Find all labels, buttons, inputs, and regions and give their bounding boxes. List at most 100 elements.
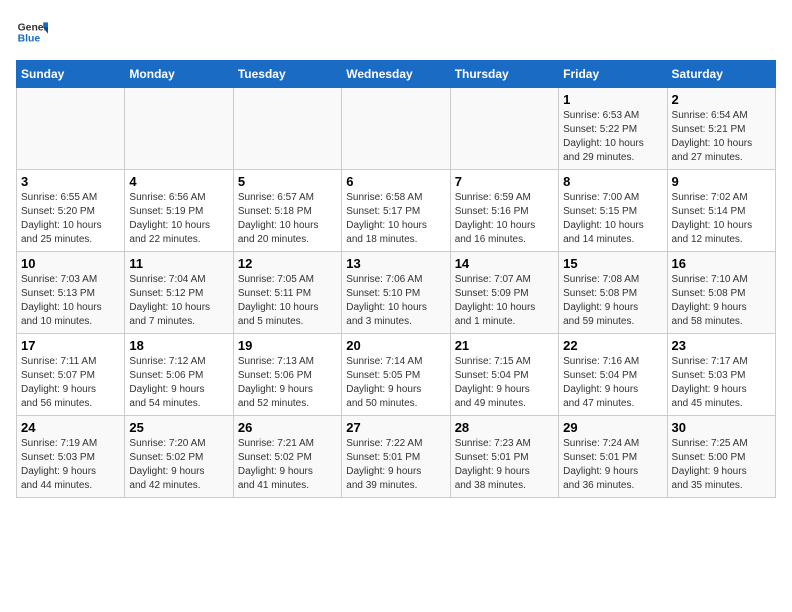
calendar-day-empty <box>125 88 233 170</box>
day-number: 23 <box>672 338 771 353</box>
logo: General Blue <box>16 16 52 48</box>
day-info: Sunrise: 7:12 AM Sunset: 5:06 PM Dayligh… <box>129 355 228 411</box>
calendar-week-row: 24 Sunrise: 7:19 AM Sunset: 5:03 PM Dayli… <box>17 416 776 498</box>
day-info: Sunrise: 7:10 AM Sunset: 5:08 PM Dayligh… <box>672 273 771 329</box>
weekday-header-saturday: Saturday <box>667 61 775 88</box>
day-info: Sunrise: 7:21 AM Sunset: 5:02 PM Dayligh… <box>238 437 337 493</box>
day-info: Sunrise: 7:08 AM Sunset: 5:08 PM Dayligh… <box>563 273 662 329</box>
day-number: 6 <box>346 174 445 189</box>
day-info: Sunrise: 7:23 AM Sunset: 5:01 PM Dayligh… <box>455 437 554 493</box>
calendar-day-2: 2 Sunrise: 6:54 AM Sunset: 5:21 PM Daylig… <box>667 88 775 170</box>
day-info: Sunrise: 7:02 AM Sunset: 5:14 PM Dayligh… <box>672 191 771 247</box>
day-info: Sunrise: 7:03 AM Sunset: 5:13 PM Dayligh… <box>21 273 120 329</box>
day-number: 16 <box>672 256 771 271</box>
calendar-day-19: 19 Sunrise: 7:13 AM Sunset: 5:06 PM Dayli… <box>233 334 341 416</box>
day-info: Sunrise: 7:22 AM Sunset: 5:01 PM Dayligh… <box>346 437 445 493</box>
day-number: 29 <box>563 420 662 435</box>
day-info: Sunrise: 6:54 AM Sunset: 5:21 PM Dayligh… <box>672 109 771 165</box>
day-number: 30 <box>672 420 771 435</box>
calendar-day-empty <box>450 88 558 170</box>
day-number: 27 <box>346 420 445 435</box>
day-number: 19 <box>238 338 337 353</box>
day-number: 14 <box>455 256 554 271</box>
day-number: 10 <box>21 256 120 271</box>
calendar-table: SundayMondayTuesdayWednesdayThursdayFrid… <box>16 60 776 498</box>
weekday-header-wednesday: Wednesday <box>342 61 450 88</box>
day-info: Sunrise: 6:57 AM Sunset: 5:18 PM Dayligh… <box>238 191 337 247</box>
calendar-day-25: 25 Sunrise: 7:20 AM Sunset: 5:02 PM Dayli… <box>125 416 233 498</box>
day-info: Sunrise: 6:59 AM Sunset: 5:16 PM Dayligh… <box>455 191 554 247</box>
day-info: Sunrise: 7:05 AM Sunset: 5:11 PM Dayligh… <box>238 273 337 329</box>
calendar-day-empty <box>17 88 125 170</box>
svg-text:Blue: Blue <box>18 34 41 45</box>
day-number: 25 <box>129 420 228 435</box>
day-number: 4 <box>129 174 228 189</box>
calendar-day-28: 28 Sunrise: 7:23 AM Sunset: 5:01 PM Dayli… <box>450 416 558 498</box>
day-number: 18 <box>129 338 228 353</box>
calendar-day-16: 16 Sunrise: 7:10 AM Sunset: 5:08 PM Dayli… <box>667 252 775 334</box>
weekday-header-friday: Friday <box>559 61 667 88</box>
calendar-day-empty <box>342 88 450 170</box>
day-info: Sunrise: 7:11 AM Sunset: 5:07 PM Dayligh… <box>21 355 120 411</box>
day-number: 20 <box>346 338 445 353</box>
day-info: Sunrise: 7:20 AM Sunset: 5:02 PM Dayligh… <box>129 437 228 493</box>
day-info: Sunrise: 7:14 AM Sunset: 5:05 PM Dayligh… <box>346 355 445 411</box>
day-info: Sunrise: 7:04 AM Sunset: 5:12 PM Dayligh… <box>129 273 228 329</box>
calendar-day-empty <box>233 88 341 170</box>
day-info: Sunrise: 7:25 AM Sunset: 5:00 PM Dayligh… <box>672 437 771 493</box>
calendar-day-12: 12 Sunrise: 7:05 AM Sunset: 5:11 PM Dayli… <box>233 252 341 334</box>
day-info: Sunrise: 6:56 AM Sunset: 5:19 PM Dayligh… <box>129 191 228 247</box>
day-info: Sunrise: 6:53 AM Sunset: 5:22 PM Dayligh… <box>563 109 662 165</box>
calendar-day-14: 14 Sunrise: 7:07 AM Sunset: 5:09 PM Dayli… <box>450 252 558 334</box>
day-number: 12 <box>238 256 337 271</box>
calendar-day-24: 24 Sunrise: 7:19 AM Sunset: 5:03 PM Dayli… <box>17 416 125 498</box>
day-number: 3 <box>21 174 120 189</box>
calendar-day-27: 27 Sunrise: 7:22 AM Sunset: 5:01 PM Dayli… <box>342 416 450 498</box>
weekday-header-sunday: Sunday <box>17 61 125 88</box>
calendar-week-row: 1Sunrise: 6:53 AM Sunset: 5:22 PM Daylig… <box>17 88 776 170</box>
day-number: 15 <box>563 256 662 271</box>
day-info: Sunrise: 6:55 AM Sunset: 5:20 PM Dayligh… <box>21 191 120 247</box>
day-info: Sunrise: 7:06 AM Sunset: 5:10 PM Dayligh… <box>346 273 445 329</box>
calendar-day-13: 13 Sunrise: 7:06 AM Sunset: 5:10 PM Dayli… <box>342 252 450 334</box>
day-number: 21 <box>455 338 554 353</box>
logo-icon: General Blue <box>16 16 48 48</box>
day-info: Sunrise: 7:07 AM Sunset: 5:09 PM Dayligh… <box>455 273 554 329</box>
calendar-week-row: 17 Sunrise: 7:11 AM Sunset: 5:07 PM Dayli… <box>17 334 776 416</box>
day-number: 26 <box>238 420 337 435</box>
day-info: Sunrise: 7:17 AM Sunset: 5:03 PM Dayligh… <box>672 355 771 411</box>
day-info: Sunrise: 7:24 AM Sunset: 5:01 PM Dayligh… <box>563 437 662 493</box>
day-number: 7 <box>455 174 554 189</box>
day-number: 2 <box>672 92 771 107</box>
day-number: 24 <box>21 420 120 435</box>
calendar-day-30: 30 Sunrise: 7:25 AM Sunset: 5:00 PM Dayli… <box>667 416 775 498</box>
calendar-day-21: 21Sunrise: 7:15 AM Sunset: 5:04 PM Dayli… <box>450 334 558 416</box>
calendar-day-29: 29 Sunrise: 7:24 AM Sunset: 5:01 PM Dayli… <box>559 416 667 498</box>
calendar-day-23: 23 Sunrise: 7:17 AM Sunset: 5:03 PM Dayli… <box>667 334 775 416</box>
calendar-day-26: 26 Sunrise: 7:21 AM Sunset: 5:02 PM Dayli… <box>233 416 341 498</box>
calendar-week-row: 3 Sunrise: 6:55 AM Sunset: 5:20 PM Daylig… <box>17 170 776 252</box>
day-number: 5 <box>238 174 337 189</box>
calendar-day-3: 3 Sunrise: 6:55 AM Sunset: 5:20 PM Daylig… <box>17 170 125 252</box>
calendar-day-20: 20 Sunrise: 7:14 AM Sunset: 5:05 PM Dayli… <box>342 334 450 416</box>
day-info: Sunrise: 7:00 AM Sunset: 5:15 PM Dayligh… <box>563 191 662 247</box>
day-number: 8 <box>563 174 662 189</box>
header: General Blue <box>16 16 776 48</box>
calendar-day-6: 6 Sunrise: 6:58 AM Sunset: 5:17 PM Daylig… <box>342 170 450 252</box>
calendar-day-4: 4 Sunrise: 6:56 AM Sunset: 5:19 PM Daylig… <box>125 170 233 252</box>
day-info: Sunrise: 7:13 AM Sunset: 5:06 PM Dayligh… <box>238 355 337 411</box>
calendar-day-18: 18 Sunrise: 7:12 AM Sunset: 5:06 PM Dayli… <box>125 334 233 416</box>
calendar-day-11: 11Sunrise: 7:04 AM Sunset: 5:12 PM Dayli… <box>125 252 233 334</box>
calendar-day-5: 5 Sunrise: 6:57 AM Sunset: 5:18 PM Daylig… <box>233 170 341 252</box>
day-number: 22 <box>563 338 662 353</box>
day-info: Sunrise: 6:58 AM Sunset: 5:17 PM Dayligh… <box>346 191 445 247</box>
day-number: 13 <box>346 256 445 271</box>
calendar-day-7: 7 Sunrise: 6:59 AM Sunset: 5:16 PM Daylig… <box>450 170 558 252</box>
weekday-header-monday: Monday <box>125 61 233 88</box>
day-number: 9 <box>672 174 771 189</box>
calendar-week-row: 10 Sunrise: 7:03 AM Sunset: 5:13 PM Dayli… <box>17 252 776 334</box>
day-number: 28 <box>455 420 554 435</box>
day-info: Sunrise: 7:19 AM Sunset: 5:03 PM Dayligh… <box>21 437 120 493</box>
calendar-day-8: 8 Sunrise: 7:00 AM Sunset: 5:15 PM Daylig… <box>559 170 667 252</box>
day-number: 17 <box>21 338 120 353</box>
